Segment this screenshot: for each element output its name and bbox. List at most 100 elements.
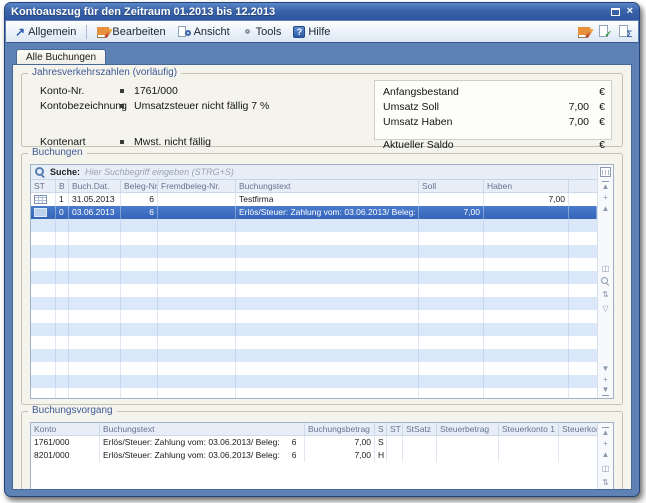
menu-hilfe-label: Hilfe — [308, 26, 330, 38]
empty-row — [31, 388, 597, 398]
add-row-button[interactable]: + — [603, 192, 608, 203]
search-placeholder: Hier Suchbegriff eingeben (STRG+S) — [85, 167, 234, 177]
sort-icon[interactable]: ⇅ — [602, 289, 609, 300]
tab-band: Alle Buchungen Jahresverkehrszahlen (vor… — [6, 44, 638, 495]
next-row-button[interactable]: ▼ — [602, 363, 610, 374]
empty-row — [31, 245, 597, 258]
tab-content: Jahresverkehrszahlen (vorläufig) Konto-N… — [12, 64, 632, 490]
field-kontobezeichnung-value: Umsatzsteuer nicht fällig 7 % — [134, 100, 269, 112]
field-kontenart-value: Mwst. nicht fällig — [134, 136, 211, 148]
close-icon[interactable]: × — [627, 7, 633, 16]
menu-ansicht-label: Ansicht — [194, 26, 230, 38]
field-kontenart: Kontenart Mwst. nicht fällig — [40, 134, 370, 149]
field-kontenart-label: Kontenart — [40, 136, 118, 148]
col-header-st[interactable]: ST — [31, 180, 56, 192]
field-konto-nr: Konto-Nr. 1761/000 — [40, 83, 370, 98]
sort-icon[interactable]: ⇅ — [602, 477, 609, 488]
col-header-konto[interactable]: Konto — [31, 423, 100, 435]
field-konto-nr-label: Konto-Nr. — [40, 85, 118, 97]
col-header-buchungstext[interactable]: Buchungstext — [100, 423, 305, 435]
empty-row — [31, 297, 597, 310]
col-header-buchungsbetrag[interactable]: Buchungsbetrag — [305, 423, 375, 435]
bookings-gridbox: Suche: Hier Suchbegriff eingeben (STRG+S… — [30, 164, 614, 399]
transaction-row[interactable]: 8201/000 Erlös/Steuer: Zahlung vom: 03.0… — [31, 449, 597, 462]
search-input[interactable]: Suche: Hier Suchbegriff eingeben (STRG+S… — [31, 165, 597, 180]
toolbar-separator — [86, 25, 87, 39]
col-header-buchdat[interactable]: Buch.Dat. — [69, 180, 121, 192]
help-icon: ? — [293, 26, 305, 38]
prev-row-button[interactable]: ▲ — [602, 449, 610, 460]
col-header-steuerkonto-2[interactable]: Steuerkonto 2 — [559, 423, 597, 435]
columns-icon[interactable]: ◫ — [602, 463, 610, 474]
menu-ansicht[interactable]: Ansicht — [173, 24, 235, 40]
col-header-fremdbeleg-nr[interactable]: Fremdbeleg-Nr. — [158, 180, 236, 192]
prev-row-button[interactable]: ▲ — [602, 203, 610, 214]
grid-search-icon[interactable] — [601, 277, 610, 286]
transaction-gridbox: Konto Buchungstext Buchungsbetrag S ST S… — [30, 422, 614, 490]
transaction-header-row: Konto Buchungstext Buchungsbetrag S ST S… — [31, 423, 597, 436]
bullet-icon — [120, 89, 124, 93]
group-buchungen: Buchungen Suche: Hier Suchbegriff eingeb… — [21, 153, 623, 405]
record-grid-icon — [34, 195, 47, 204]
go-first-button[interactable]: ▲ — [602, 427, 610, 438]
view-magnifier-icon — [178, 26, 191, 38]
menu-allgemein-label: Allgemein — [28, 26, 76, 38]
booking-row-selected[interactable]: 0 03.06.2013 6 Erlös/Steuer: Zahlung vom… — [31, 206, 597, 219]
empty-row — [31, 258, 597, 271]
col-header-steuerbetrag[interactable]: Steuerbetrag — [437, 423, 499, 435]
window-title: Kontoauszug für den Zeitraum 01.2013 bis… — [11, 6, 611, 18]
col-header-buchungstext[interactable]: Buchungstext — [236, 180, 419, 192]
transaction-grid-nav: ▲ + ▲ ◫ ⇅ ▼ — [597, 423, 613, 490]
group-jahresverkehrszahlen: Jahresverkehrszahlen (vorläufig) Konto-N… — [21, 73, 623, 147]
edit-document-icon[interactable] — [578, 26, 590, 38]
total-anfangsbestand: Anfangsbestand € — [383, 84, 605, 99]
menu-hilfe[interactable]: ? Hilfe — [288, 24, 335, 40]
search-icon — [35, 167, 45, 177]
totals-panel: Anfangsbestand € Umsatz Soll 7,00 € Umsa… — [374, 80, 612, 140]
app-window: Kontoauszug für den Zeitraum 01.2013 bis… — [4, 2, 640, 497]
group-buchungsvorgang: Buchungsvorgang Konto Buchungstext Buchu… — [21, 411, 623, 490]
edit-notepad-icon — [97, 26, 109, 38]
bullet-icon — [120, 104, 124, 108]
field-kontobezeichnung-label: Kontobezeichnung — [40, 100, 118, 112]
document-sum-icon[interactable]: Σ — [618, 25, 630, 38]
col-header-st[interactable]: ST — [387, 423, 403, 435]
bookings-header-row: ST B Buch.Dat. Beleg-Nr. Fremdbeleg-Nr. … — [31, 180, 597, 193]
bullet-icon — [120, 140, 124, 144]
group-buchungen-label: Buchungen — [28, 147, 87, 158]
col-header-stsatz[interactable]: StSatz — [403, 423, 437, 435]
arrow-up-right-icon: ↗ — [15, 27, 25, 37]
add-row-button[interactable]: + — [603, 374, 608, 385]
empty-row — [31, 336, 597, 349]
menu-allgemein[interactable]: ↗ Allgemein — [10, 24, 81, 40]
transaction-row[interactable]: 1761/000 Erlös/Steuer: Zahlung vom: 03.0… — [31, 436, 597, 449]
columns-icon[interactable]: ◫ — [602, 263, 610, 274]
bookings-empty-rows — [31, 219, 597, 398]
tab-alle-buchungen[interactable]: Alle Buchungen — [16, 49, 106, 65]
record-grid-icon — [34, 208, 47, 217]
col-header-steuerkonto-1[interactable]: Steuerkonto 1 — [499, 423, 559, 435]
go-last-button[interactable]: ▼ — [602, 385, 610, 396]
col-header-soll[interactable]: Soll — [419, 180, 484, 192]
go-first-button[interactable]: ▲ — [602, 181, 610, 192]
group-buchungsvorgang-label: Buchungsvorgang — [28, 405, 117, 416]
document-check-icon[interactable]: ✓ — [598, 25, 610, 38]
col-header-s[interactable]: S — [375, 423, 387, 435]
col-header-beleg-nr[interactable]: Beleg-Nr. — [121, 180, 158, 192]
maximize-icon[interactable] — [611, 8, 620, 16]
empty-row — [31, 349, 597, 362]
filter-icon[interactable]: ▽ — [602, 303, 608, 314]
add-row-button[interactable]: + — [603, 438, 608, 449]
empty-row — [31, 271, 597, 284]
empty-row — [31, 219, 597, 232]
column-chooser-icon[interactable] — [600, 167, 611, 177]
col-header-haben[interactable]: Haben — [484, 180, 569, 192]
title-bar[interactable]: Kontoauszug für den Zeitraum 01.2013 bis… — [5, 3, 639, 20]
gear-icon — [242, 26, 253, 37]
menu-tools[interactable]: Tools — [237, 24, 287, 40]
total-aktueller-saldo: Aktueller Saldo € — [383, 137, 605, 152]
menu-bearbeiten[interactable]: Bearbeiten — [92, 24, 170, 40]
col-header-b[interactable]: B — [56, 180, 69, 192]
booking-row[interactable]: 1 31.05.2013 6 Testfirma 7,00 — [31, 193, 597, 206]
bookings-grid-nav: ▲ + ▲ ◫ ⇅ ▽ ▼ + ▼ — [597, 165, 613, 398]
